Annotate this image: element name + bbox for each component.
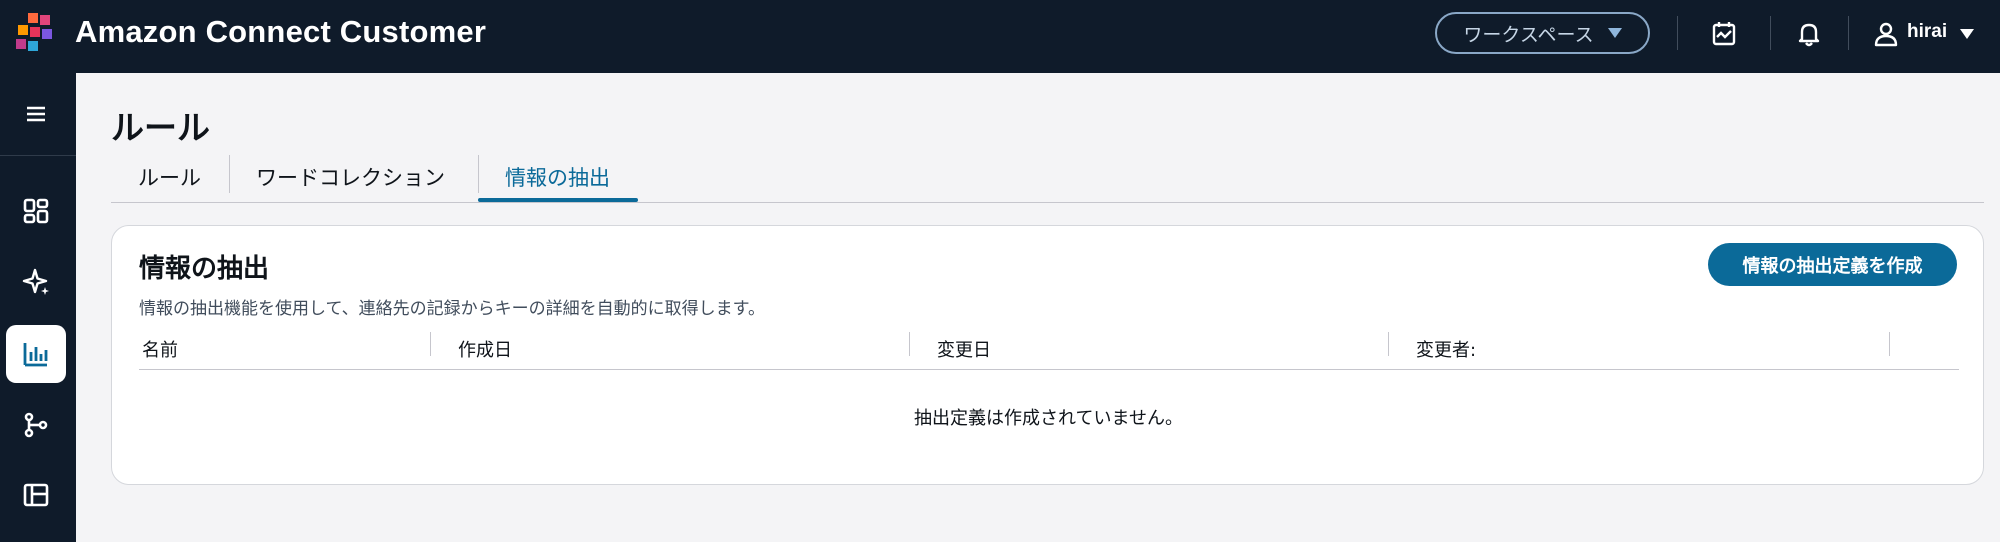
- app-title: Amazon Connect Customer: [75, 14, 487, 49]
- menu-icon[interactable]: [6, 85, 66, 143]
- caret-down-icon: [1607, 28, 1622, 38]
- workspace-label: ワークスペース: [1463, 23, 1594, 46]
- create-extraction-definition-button[interactable]: 情報の抽出定義を作成: [1708, 243, 1957, 286]
- dashboard-icon[interactable]: [6, 182, 66, 240]
- user-name[interactable]: hirai: [1907, 21, 1947, 43]
- caret-down-icon[interactable]: [1960, 29, 1974, 39]
- workspace-dropdown[interactable]: ワークスペース: [1435, 12, 1650, 54]
- column-header-modified[interactable]: 変更日: [937, 336, 991, 362]
- panel-description: 情報の抽出機能を使用して、連絡先の記録からキーの詳細を自動的に取得します。: [139, 299, 765, 319]
- sparkle-icon[interactable]: [6, 253, 66, 311]
- divider: [1770, 16, 1771, 50]
- empty-state-message: 抽出定義は作成されていません。: [914, 408, 1183, 429]
- active-tab-indicator: [478, 198, 638, 202]
- tab-word-collection[interactable]: ワードコレクション: [256, 150, 445, 203]
- divider: [478, 155, 479, 193]
- top-navigation-bar: Amazon Connect Customer ワークスペース hirai: [0, 0, 2000, 73]
- column-divider[interactable]: [909, 332, 910, 356]
- side-navigation-rail: [0, 73, 76, 542]
- layout-icon[interactable]: [6, 466, 66, 524]
- tab-information-extraction[interactable]: 情報の抽出: [505, 150, 610, 203]
- divider: [1848, 16, 1849, 50]
- logo-icon: [16, 13, 52, 51]
- calendar-icon[interactable]: [1710, 20, 1738, 48]
- tab-rules[interactable]: ルール: [138, 150, 201, 203]
- table-header: 名前 作成日 変更日 変更者:: [139, 326, 1959, 370]
- tab-bar: ルール ワードコレクション 情報の抽出: [111, 150, 1984, 203]
- divider: [229, 155, 230, 193]
- column-divider[interactable]: [1889, 332, 1890, 356]
- branch-icon[interactable]: [6, 396, 66, 454]
- panel-title: 情報の抽出: [139, 254, 270, 284]
- column-divider[interactable]: [430, 332, 431, 356]
- divider: [0, 155, 76, 156]
- column-header-modified-by[interactable]: 変更者:: [1416, 336, 1476, 362]
- column-divider[interactable]: [1388, 332, 1389, 356]
- column-header-created[interactable]: 作成日: [458, 336, 512, 362]
- chart-icon[interactable]: [6, 325, 66, 383]
- user-icon[interactable]: [1872, 20, 1900, 48]
- column-header-name[interactable]: 名前: [142, 336, 178, 362]
- divider: [1677, 16, 1678, 50]
- extraction-panel: 情報の抽出 情報の抽出機能を使用して、連絡先の記録からキーの詳細を自動的に取得し…: [111, 225, 1984, 485]
- bell-icon[interactable]: [1795, 20, 1823, 48]
- page-title: ルール: [111, 108, 210, 147]
